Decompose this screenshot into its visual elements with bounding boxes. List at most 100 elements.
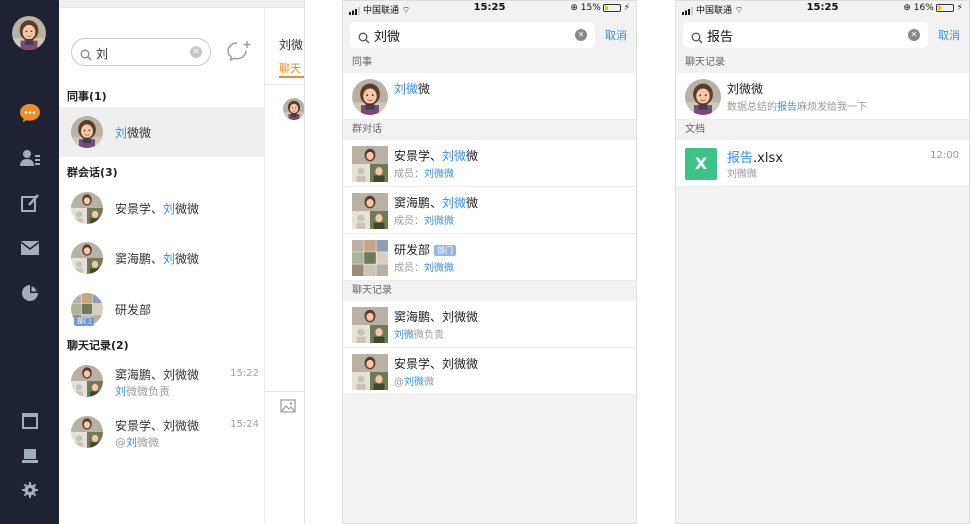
history-title: 窦海鹏、刘微微 [115,368,200,382]
search-icon [691,29,703,48]
clear-search-icon[interactable]: ✕ [908,29,920,41]
history-title: 安景学、刘微微 [115,419,200,433]
name-highlight: 刘微 [442,196,467,210]
battery: ⊕ 15% ⚡ [570,3,630,13]
search-input[interactable]: 刘 [96,45,108,62]
search-bar: 报告 ✕ 取消 [676,17,969,53]
cancel-button[interactable]: 取消 [605,27,627,43]
snippet-highlight: 刘微 [394,330,414,341]
history-row[interactable]: 刘微微 数据总结的报告麻烦发给我一下 [676,73,969,120]
snippet-rest: 微 [424,377,434,388]
desktop-client: 刘 ✕ 同事(1) 刘微微 群会话(3) 安景学、刘微微 窦海鹏、刘微微 部门 … [0,0,305,524]
group-name: 窦海鹏、刘微微 [115,250,199,267]
edit-icon[interactable] [18,191,42,215]
history-snippet: 刘微微负责 [115,383,170,399]
pie-chart-icon[interactable] [18,281,42,305]
history-title: 刘微微 [727,82,764,96]
excel-file-icon: X [685,148,717,180]
search-field[interactable]: 刘微 ✕ [350,22,595,48]
mail-icon[interactable] [18,236,42,260]
clear-search-icon[interactable]: ✕ [575,29,587,41]
cancel-button[interactable]: 取消 [938,27,960,43]
contacts-icon[interactable] [18,146,42,170]
group-row[interactable]: 窦海鹏、刘微微 [59,233,265,283]
document-row[interactable]: X 报告.xlsx 刘微微 12:00 [676,140,969,187]
chat-icon[interactable] [18,101,42,125]
name-highlight: 刘 [163,202,176,216]
group-avatar [71,192,103,224]
active-tab-underline [279,76,304,78]
history-snippet: 刘微微负责 [394,326,444,341]
history-snippet: @刘微微 [115,434,159,450]
group-row[interactable]: 安景学、刘微微 [59,183,265,233]
documents-section-header: 文档 [685,124,705,135]
group-name: 研发部 部门 [394,241,457,258]
group-row[interactable]: 部门 研发部 [59,284,265,334]
name-highlight: 刘 [115,126,128,140]
history-row[interactable]: 窦海鹏、刘微微 刘微微负责 [343,301,636,348]
group-row[interactable]: 研发部 部门 成员：刘微微 [343,234,636,281]
group-avatar [352,307,388,343]
window-icon[interactable] [18,409,42,433]
snippet-rest: 麻烦发给我一下 [797,102,867,113]
history-snippet: 数据总结的报告麻烦发给我一下 [727,98,867,113]
name-prefix: 安景学、 [394,149,443,163]
groups-section-header: 群对话 [352,124,382,135]
clear-search-icon[interactable]: ✕ [190,46,202,58]
name-highlight: 刘微 [394,82,419,96]
colleague-row[interactable]: 刘微微 [343,73,636,120]
settings-gear-icon[interactable] [18,478,42,502]
phone-search-name: 中国联通 ⌔ 15:25 ⊕ 15% ⚡ 刘微 ✕ 取消 同事 刘微微 群对话 … [342,0,637,524]
snippet-rest: 微负责 [414,330,444,341]
snippet-highlight: 报告 [777,102,797,113]
name-rest: 微微 [127,126,152,140]
search-icon [80,46,92,65]
status-bar: 中国联通 ⌔ 15:25 ⊕ 15% ⚡ [343,1,636,17]
group-name: 安景学、刘微微 [115,200,199,217]
group-row[interactable]: 窦海鹏、刘微微 成员：刘微微 [343,187,636,234]
device-icon[interactable] [18,444,42,468]
charging-icon: ⚡ [623,3,630,13]
name-highlight: 刘 [163,252,176,266]
history-row[interactable]: 窦海鹏、刘微微 刘微微负责 15:22 [59,356,265,406]
name-rest: .xlsx [753,151,783,166]
group-members: 成员：刘微微 [394,259,454,274]
members-label: 成员： [394,263,424,274]
member-highlight: 刘微微 [424,169,454,180]
snippet-rest: 微微 [137,436,159,449]
snippet-rest: 微微负责 [126,385,170,398]
colleague-row[interactable]: 刘微微 [59,107,265,157]
chat-title: 刘微 [279,38,304,52]
group-name: 窦海鹏、刘微微 [394,194,478,211]
group-members: 成员：刘微微 [394,165,454,180]
history-row[interactable]: 安景学、刘微微 @刘微微 15:24 [59,407,265,457]
avatar [71,116,103,148]
user-avatar[interactable] [12,16,46,50]
group-avatar [71,416,103,448]
search-box[interactable]: 刘 ✕ [71,38,211,66]
lock-rotation-icon: ⊕ [903,3,911,13]
phone-search-report: 中国联通 ⌔ 15:25 ⊕ 16% ⚡ 报告 ✕ 取消 聊天记录 刘微微 数据… [675,0,970,524]
search-icon [358,29,370,48]
divider [265,84,304,85]
history-section-header: 聊天记录 [685,57,725,68]
group-row[interactable]: 安景学、刘微微 成员：刘微微 [343,140,636,187]
search-field[interactable]: 报告 ✕ [683,22,928,48]
snippet-prefix: @ [115,436,126,449]
name-prefix: 窦海鹏、 [394,196,443,210]
battery: ⊕ 16% ⚡ [903,3,963,13]
member-highlight: 刘微微 [424,216,454,227]
history-row[interactable]: 安景学、刘微微 @刘微微 [343,348,636,395]
department-avatar [352,240,388,276]
department-badge: 部门 [74,317,94,326]
name-prefix: 安景学、 [115,202,164,216]
image-icon[interactable] [280,398,296,417]
member-highlight: 刘微微 [424,263,454,274]
search-input[interactable]: 刘微 [374,26,400,45]
new-chat-icon[interactable] [226,40,252,68]
snippet-prefix: @ [394,377,404,388]
name-rest: 微 [466,196,479,210]
avatar [352,79,388,115]
search-input[interactable]: 报告 [707,26,733,45]
tab-chat[interactable]: 聊天 [279,60,301,76]
